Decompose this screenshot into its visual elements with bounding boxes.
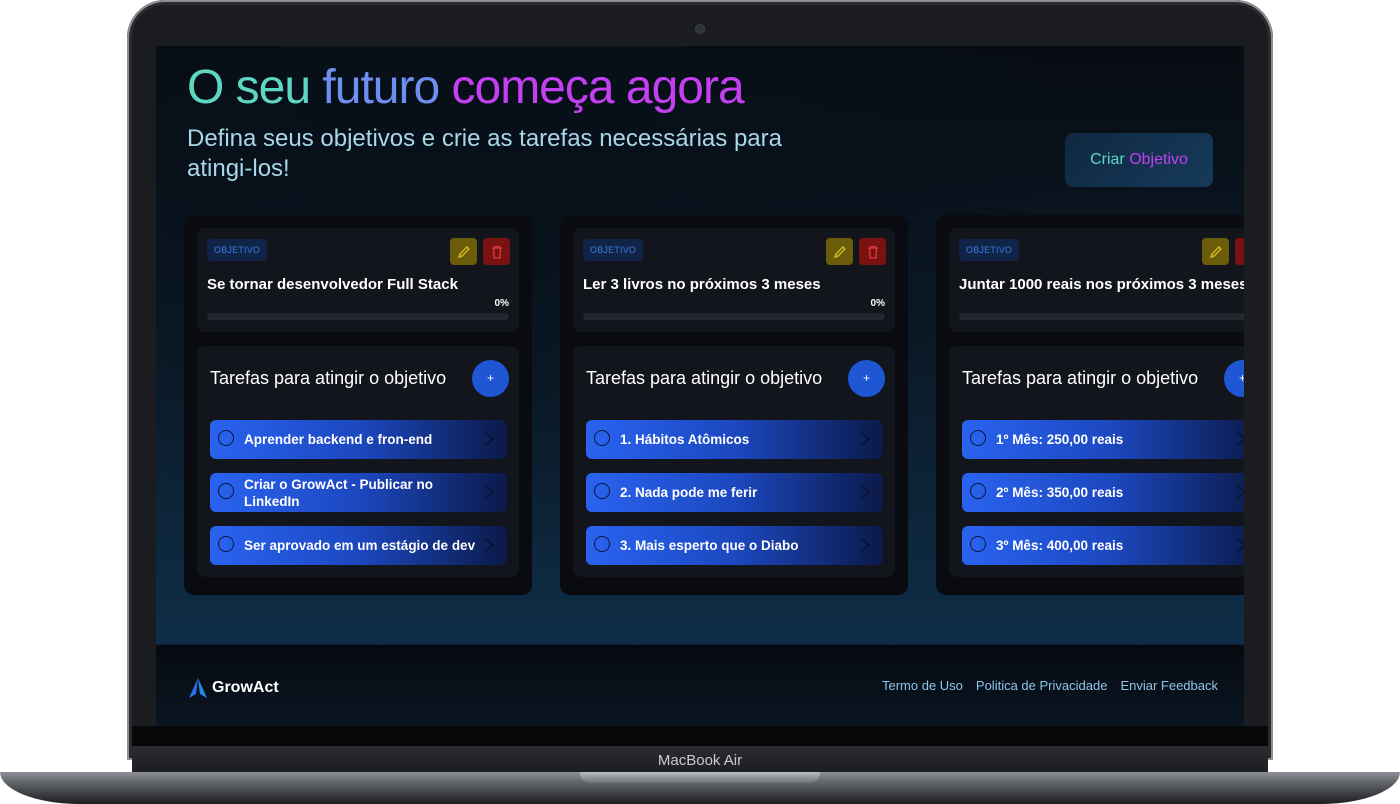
- delete-goal-button[interactable]: [1235, 238, 1244, 265]
- add-task-button[interactable]: +: [1224, 360, 1244, 397]
- title-word-2: futuro: [322, 61, 440, 114]
- goal-badge: OBJETIVO: [959, 239, 1020, 261]
- task-item[interactable]: 2. Nada pode me ferir: [586, 473, 883, 512]
- circle-check-icon[interactable]: [218, 430, 234, 446]
- task-label: 2º Mês: 350,00 reais: [996, 485, 1124, 500]
- chevron-right-icon: [1236, 431, 1244, 447]
- title-word-3: começa agora: [451, 61, 745, 114]
- footer-link-terms[interactable]: Termo de Uso: [882, 678, 963, 693]
- task-label: Aprender backend e fron-end: [244, 432, 433, 447]
- trash-icon: [1243, 246, 1244, 249]
- laptop-notch: [580, 772, 820, 783]
- task-label: Criar o GrowAct - Publicar no LinkedIn: [244, 476, 434, 509]
- page-title: O seu futuro começa agora: [187, 60, 745, 115]
- chevron-right-icon: [860, 537, 871, 553]
- goal-progress-bar: [207, 313, 509, 320]
- goal-badge: OBJETIVO: [207, 239, 268, 261]
- goal-card: OBJETIVO Juntar 1000 reais nos próximos 3…: [936, 215, 1244, 595]
- tasks-title: Tarefas para atingir o objetivo: [586, 368, 823, 388]
- goal-summary: OBJETIVO Juntar 1000 reais nos próximos 3…: [949, 228, 1244, 332]
- task-item[interactable]: 1º Mês: 250,00 reais: [962, 420, 1244, 459]
- device-label: MacBook Air: [132, 746, 1268, 774]
- goal-title: Se tornar desenvolvedor Full Stack: [207, 276, 458, 293]
- goal-card: OBJETIVO Ler 3 livros no próximos 3 meses…: [560, 215, 908, 595]
- trash-icon: [867, 245, 878, 259]
- tasks-panel: Tarefas para atingir o objetivo + Aprender…: [197, 346, 519, 577]
- task-label: 3. Mais esperto que o Diabo: [620, 538, 799, 553]
- task-item[interactable]: Aprender backend e fron-end: [210, 420, 507, 459]
- task-label: 2. Nada pode me ferir: [620, 485, 758, 500]
- task-item[interactable]: 3º Mês: 400,00 reais: [962, 526, 1244, 565]
- chevron-right-icon: [484, 484, 495, 500]
- trash-icon: [491, 245, 502, 259]
- task-item[interactable]: Ser aprovado em um estágio de dev: [210, 526, 507, 565]
- create-goal-label-1: Criar: [1090, 151, 1125, 168]
- chevron-right-icon: [484, 537, 495, 553]
- pencil-icon: [457, 245, 470, 258]
- circle-check-icon[interactable]: [970, 430, 986, 446]
- page-subtitle: Defina seus objetivos e crie as tarefas …: [187, 125, 782, 182]
- tasks-panel: Tarefas para atingir o objetivo +1º Mês: …: [949, 346, 1244, 577]
- growact-logo-icon: [189, 678, 207, 698]
- tasks-title: Tarefas para atingir o objetivo: [962, 368, 1199, 388]
- title-word-1: O seu: [187, 61, 311, 114]
- tasks-panel: Tarefas para atingir o objetivo +1. Hábit…: [573, 346, 895, 577]
- task-label: 1º Mês: 250,00 reais: [996, 432, 1124, 447]
- goal-percent: 0%: [494, 298, 509, 309]
- create-goal-label-2: Objetivo: [1129, 151, 1188, 168]
- task-label: 1. Hábitos Atômicos: [620, 432, 750, 447]
- circle-check-icon[interactable]: [970, 483, 986, 499]
- circle-check-icon[interactable]: [594, 483, 610, 499]
- circle-check-icon[interactable]: [594, 536, 610, 552]
- goal-card: OBJETIVO Se tornar desenvolvedor Full Sta…: [184, 215, 532, 595]
- pencil-icon: [833, 245, 846, 258]
- brand-name: GrowAct: [212, 679, 279, 696]
- circle-check-icon[interactable]: [218, 483, 234, 499]
- task-label: 3º Mês: 400,00 reais: [996, 538, 1124, 553]
- pencil-icon: [1209, 245, 1222, 258]
- chevron-right-icon: [1236, 537, 1244, 553]
- task-item[interactable]: 1. Hábitos Atômicos: [586, 420, 883, 459]
- goal-percent: 0%: [870, 298, 885, 309]
- circle-check-icon[interactable]: [970, 536, 986, 552]
- add-task-button[interactable]: +: [472, 360, 509, 397]
- task-item[interactable]: 3. Mais esperto que o Diabo: [586, 526, 883, 565]
- goal-title: Ler 3 livros no próximos 3 meses: [583, 276, 821, 293]
- edit-goal-button[interactable]: [1202, 238, 1229, 265]
- create-goal-button[interactable]: Criar Objetivo: [1065, 133, 1213, 187]
- screen: O seu futuro começa agora Defina seus ob…: [156, 46, 1244, 726]
- footer: GrowAct Termo de Uso Politica de Privaci…: [156, 644, 1244, 726]
- task-item[interactable]: 2º Mês: 350,00 reais: [962, 473, 1244, 512]
- screen-bezel: [132, 726, 1268, 746]
- goal-summary: OBJETIVO Se tornar desenvolvedor Full Sta…: [197, 228, 519, 332]
- goal-progress-bar: [959, 313, 1244, 320]
- task-item[interactable]: Criar o GrowAct - Publicar no LinkedIn: [210, 473, 507, 512]
- chevron-right-icon: [860, 484, 871, 500]
- goal-badge: OBJETIVO: [583, 239, 644, 261]
- chevron-right-icon: [1236, 484, 1244, 500]
- goal-title: Juntar 1000 reais nos próximos 3 meses: [959, 276, 1244, 293]
- camera: [696, 25, 704, 33]
- chevron-right-icon: [860, 431, 871, 447]
- edit-goal-button[interactable]: [450, 238, 477, 265]
- footer-links: Termo de Uso Politica de Privacidade Env…: [882, 678, 1218, 693]
- footer-link-feedback[interactable]: Enviar Feedback: [1120, 678, 1218, 693]
- circle-check-icon[interactable]: [594, 430, 610, 446]
- delete-goal-button[interactable]: [859, 238, 886, 265]
- footer-link-privacy[interactable]: Politica de Privacidade: [976, 678, 1108, 693]
- add-task-button[interactable]: +: [848, 360, 885, 397]
- tasks-title: Tarefas para atingir o objetivo: [210, 368, 447, 388]
- goal-progress-bar: [583, 313, 885, 320]
- delete-goal-button[interactable]: [483, 238, 510, 265]
- edit-goal-button[interactable]: [826, 238, 853, 265]
- chevron-right-icon: [484, 431, 495, 447]
- task-label: Ser aprovado em um estágio de dev: [244, 538, 476, 553]
- circle-check-icon[interactable]: [218, 536, 234, 552]
- goal-summary: OBJETIVO Ler 3 livros no próximos 3 meses…: [573, 228, 895, 332]
- footer-logo[interactable]: GrowAct: [188, 677, 279, 699]
